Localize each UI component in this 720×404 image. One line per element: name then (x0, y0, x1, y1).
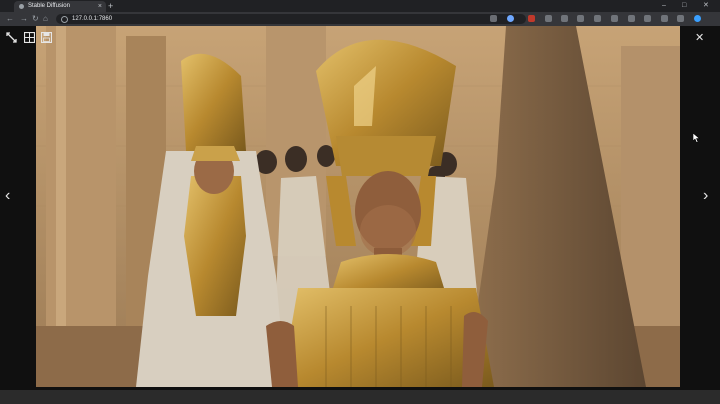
extension-red-icon[interactable] (528, 15, 535, 22)
save-icon[interactable] (40, 31, 53, 45)
maximize-button[interactable]: □ (682, 0, 686, 12)
downloads-icon[interactable] (661, 15, 668, 22)
history-icon[interactable] (644, 15, 651, 22)
extension-icon[interactable] (561, 15, 568, 22)
forward-button[interactable]: → (20, 12, 28, 26)
read-aloud-icon[interactable] (490, 15, 497, 22)
viewer-close-button[interactable]: ✕ (695, 32, 704, 44)
image-viewer: ✕ ‹ › (0, 26, 720, 390)
reload-button[interactable]: ↻ (32, 12, 39, 26)
split-screen-icon[interactable] (594, 15, 601, 22)
tab-close-button[interactable]: × (98, 1, 102, 12)
collections-icon[interactable] (628, 15, 635, 22)
minimize-button[interactable]: – (662, 0, 666, 12)
tab-title: Stable Diffusion (28, 3, 70, 9)
new-tab-button[interactable]: + (108, 0, 113, 12)
favorite-star-icon[interactable] (507, 15, 514, 22)
extension-icon[interactable] (545, 15, 552, 22)
browser-toolbar: ← → ↻ ⌂ 127.0.0.1:7860 (0, 12, 720, 26)
extension-icon[interactable] (577, 15, 584, 22)
favorites-icon[interactable] (611, 15, 618, 22)
copilot-icon[interactable] (694, 15, 701, 22)
address-bar[interactable]: 127.0.0.1:7860 (56, 14, 526, 24)
site-info-icon[interactable] (61, 16, 68, 23)
mouse-cursor-icon (692, 130, 701, 148)
url-text: 127.0.0.1:7860 (72, 16, 113, 22)
next-image-button[interactable]: › (703, 188, 708, 204)
settings-menu-icon[interactable] (677, 15, 684, 22)
page-bottom-strip (0, 390, 720, 404)
browser-tab[interactable]: Stable Diffusion × (14, 1, 106, 12)
fullscreen-icon[interactable] (6, 32, 17, 45)
tile-icon[interactable] (23, 31, 36, 45)
home-button[interactable]: ⌂ (43, 12, 48, 26)
previous-image-button[interactable]: ‹ (5, 188, 10, 204)
back-button[interactable]: ← (6, 12, 14, 26)
browser-tab-bar: Stable Diffusion × + – □ ✕ (0, 0, 720, 12)
tab-favicon-icon (19, 4, 24, 9)
window-close-button[interactable]: ✕ (703, 0, 709, 12)
generated-image[interactable] (36, 26, 680, 387)
